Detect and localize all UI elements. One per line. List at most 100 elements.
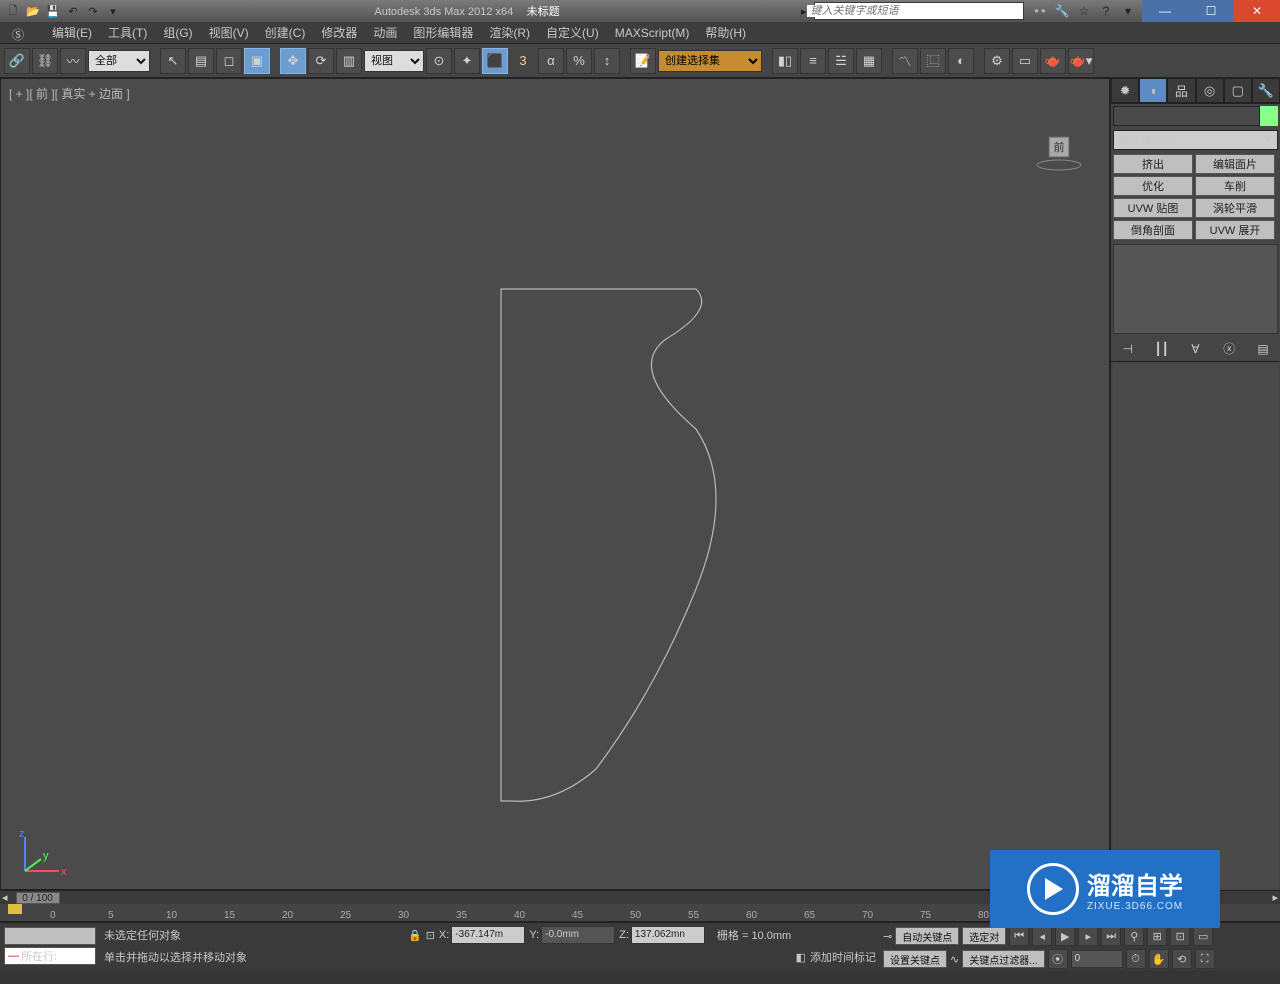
menu-rendering[interactable]: 渲染(R) bbox=[481, 24, 538, 41]
set-key-button[interactable]: 设置关键点 bbox=[883, 950, 947, 968]
named-selection-sets[interactable]: 创建选择集 bbox=[658, 50, 762, 72]
tab-modify[interactable]: ◖ bbox=[1139, 78, 1167, 103]
menu-group[interactable]: 组(G) bbox=[155, 24, 200, 41]
modifier-stack[interactable] bbox=[1113, 244, 1278, 334]
nav-region-icon[interactable]: ▭ bbox=[1193, 926, 1213, 946]
modifier-list-dropdown[interactable]: 修改器列表▼ bbox=[1113, 130, 1278, 150]
layers-icon[interactable]: ☱ bbox=[828, 48, 854, 74]
pivot-icon[interactable]: ⊙ bbox=[426, 48, 452, 74]
qat-dropdown-icon[interactable]: ▾ bbox=[104, 2, 122, 20]
viewcube[interactable]: 前 bbox=[1035, 131, 1083, 171]
window-crossing-icon[interactable]: ▣ bbox=[244, 48, 270, 74]
key-filters-icon[interactable]: ∿ bbox=[950, 953, 959, 966]
current-frame[interactable]: 0 bbox=[1071, 950, 1123, 968]
graphite-icon[interactable]: ▦ bbox=[856, 48, 882, 74]
select-region-icon[interactable]: ◻ bbox=[216, 48, 242, 74]
bind-icon[interactable]: 〰 bbox=[60, 48, 86, 74]
wrench-icon[interactable]: 🔧 bbox=[1052, 1, 1072, 21]
select-icon[interactable]: ↖ bbox=[160, 48, 186, 74]
remove-mod-icon[interactable]: ⓧ bbox=[1218, 339, 1240, 359]
goto-start-icon[interactable]: ⏮ bbox=[1009, 926, 1029, 946]
schematic-icon[interactable]: ⿺ bbox=[920, 48, 946, 74]
nav-fov-icon[interactable]: ⊡ bbox=[1170, 926, 1190, 946]
nav-zoom-all-icon[interactable]: ⊞ bbox=[1147, 926, 1167, 946]
mod-edit-patch[interactable]: 编辑面片 bbox=[1195, 154, 1275, 174]
mod-turbosmooth[interactable]: 涡轮平滑 bbox=[1195, 198, 1275, 218]
key-mode-icon[interactable]: ⦿ bbox=[1048, 949, 1068, 969]
move-icon[interactable]: ✥ bbox=[280, 48, 306, 74]
unique-icon[interactable]: ∀ bbox=[1184, 339, 1206, 359]
unlink-icon[interactable]: ⛓ bbox=[32, 48, 58, 74]
configure-icon[interactable]: ▤ bbox=[1252, 339, 1274, 359]
open-icon[interactable]: 📂 bbox=[24, 2, 42, 20]
star-icon[interactable]: ☆ bbox=[1074, 1, 1094, 21]
macro-recorder[interactable]: —所在行: bbox=[4, 947, 96, 965]
prev-frame-icon[interactable]: ◂ bbox=[1032, 926, 1052, 946]
redo-icon[interactable]: ↷ bbox=[84, 2, 102, 20]
help-icon[interactable]: ? bbox=[1096, 1, 1116, 21]
time-slider-thumb[interactable]: 0 / 100 bbox=[16, 892, 60, 904]
nav-pan-icon[interactable]: ✋ bbox=[1149, 949, 1169, 969]
menu-modifiers[interactable]: 修改器 bbox=[313, 24, 365, 41]
help-search[interactable]: ▸ bbox=[814, 2, 1024, 20]
add-time-tag[interactable]: 添加时间标记 bbox=[810, 949, 876, 965]
percent-snap-icon[interactable]: % bbox=[566, 48, 592, 74]
nav-zoom-icon[interactable]: ⚲ bbox=[1124, 926, 1144, 946]
nav-max-icon[interactable]: ⛶ bbox=[1195, 949, 1215, 969]
app-logo-icon[interactable]: Ⓢ bbox=[4, 26, 36, 42]
menu-view[interactable]: 视图(V) bbox=[201, 24, 257, 41]
manipulate-icon[interactable]: ✦ bbox=[454, 48, 480, 74]
time-config-icon[interactable]: ⏱ bbox=[1126, 949, 1146, 969]
mod-bevel-profile[interactable]: 倒角剖面 bbox=[1113, 220, 1193, 240]
menu-graph-editors[interactable]: 图形编辑器 bbox=[405, 24, 481, 41]
time-tag-icon[interactable]: ◧ bbox=[796, 951, 806, 964]
dropdown-icon[interactable]: ▾ bbox=[1118, 1, 1138, 21]
tab-create[interactable]: ✹ bbox=[1111, 78, 1139, 103]
select-name-icon[interactable]: ▤ bbox=[188, 48, 214, 74]
next-frame-icon[interactable]: ▸ bbox=[1078, 926, 1098, 946]
menu-maxscript[interactable]: MAXScript(M) bbox=[607, 26, 698, 40]
align-icon[interactable]: ≡ bbox=[800, 48, 826, 74]
undo-icon[interactable]: ↶ bbox=[64, 2, 82, 20]
mod-uvw-map[interactable]: UVW 贴图 bbox=[1113, 198, 1193, 218]
menu-help[interactable]: 帮助(H) bbox=[697, 24, 754, 41]
mirror-icon[interactable]: ▮▯ bbox=[772, 48, 798, 74]
auto-key-button[interactable]: 自动关键点 bbox=[895, 927, 959, 945]
mod-uvw-unwrap[interactable]: UVW 展开 bbox=[1195, 220, 1275, 240]
close-button[interactable]: ✕ bbox=[1234, 0, 1280, 22]
render-setup-icon[interactable]: ⚙ bbox=[984, 48, 1010, 74]
scale-icon[interactable]: ▥ bbox=[336, 48, 362, 74]
render-prod-icon[interactable]: 🫖▾ bbox=[1068, 48, 1094, 74]
isolate-icon[interactable]: ⊡ bbox=[426, 929, 435, 942]
mod-lathe[interactable]: 车削 bbox=[1195, 176, 1275, 196]
named-sets-edit-icon[interactable]: 📝 bbox=[630, 48, 656, 74]
new-icon[interactable]: 🗋 bbox=[4, 2, 22, 20]
mod-optimize[interactable]: 优化 bbox=[1113, 176, 1193, 196]
ref-coord-system[interactable]: 视图 bbox=[364, 50, 424, 72]
goto-end-icon[interactable]: ⏭ bbox=[1101, 926, 1121, 946]
lock-icon[interactable]: 🔒 bbox=[408, 929, 422, 942]
nav-orbit-icon[interactable]: ⟲ bbox=[1172, 949, 1192, 969]
object-name-field[interactable] bbox=[1113, 106, 1260, 126]
maximize-button[interactable]: ☐ bbox=[1188, 0, 1234, 22]
selected-button[interactable]: 选定对 bbox=[962, 927, 1006, 945]
coord-x[interactable]: -367.147m bbox=[451, 926, 525, 944]
angle-snap-icon[interactable]: α bbox=[538, 48, 564, 74]
menu-create[interactable]: 创建(C) bbox=[257, 24, 314, 41]
menu-tools[interactable]: 工具(T) bbox=[100, 24, 155, 41]
key-icon[interactable]: ⊸ bbox=[883, 930, 892, 943]
menu-edit[interactable]: 编辑(E) bbox=[44, 24, 100, 41]
coord-y[interactable]: -0.0mm bbox=[541, 926, 615, 944]
coord-z[interactable]: 137.062mn bbox=[631, 926, 705, 944]
save-icon[interactable]: 💾 bbox=[44, 2, 62, 20]
selection-filter[interactable]: 全部 bbox=[88, 50, 150, 72]
script-mini-btn[interactable] bbox=[4, 927, 96, 945]
key-filters-button[interactable]: 关键点过滤器... bbox=[962, 950, 1044, 968]
snap-toggle-icon[interactable]: ⬛ bbox=[482, 48, 508, 74]
mod-extrude[interactable]: 挤出 bbox=[1113, 154, 1193, 174]
material-icon[interactable]: ◐ bbox=[948, 48, 974, 74]
viewport[interactable]: [ + ][ 前 ][ 真实 + 边面 ] 前 z x y bbox=[0, 78, 1110, 890]
render-icon[interactable]: 🫖 bbox=[1040, 48, 1066, 74]
link-icon[interactable]: 🔗 bbox=[4, 48, 30, 74]
curve-editor-icon[interactable]: 〽 bbox=[892, 48, 918, 74]
